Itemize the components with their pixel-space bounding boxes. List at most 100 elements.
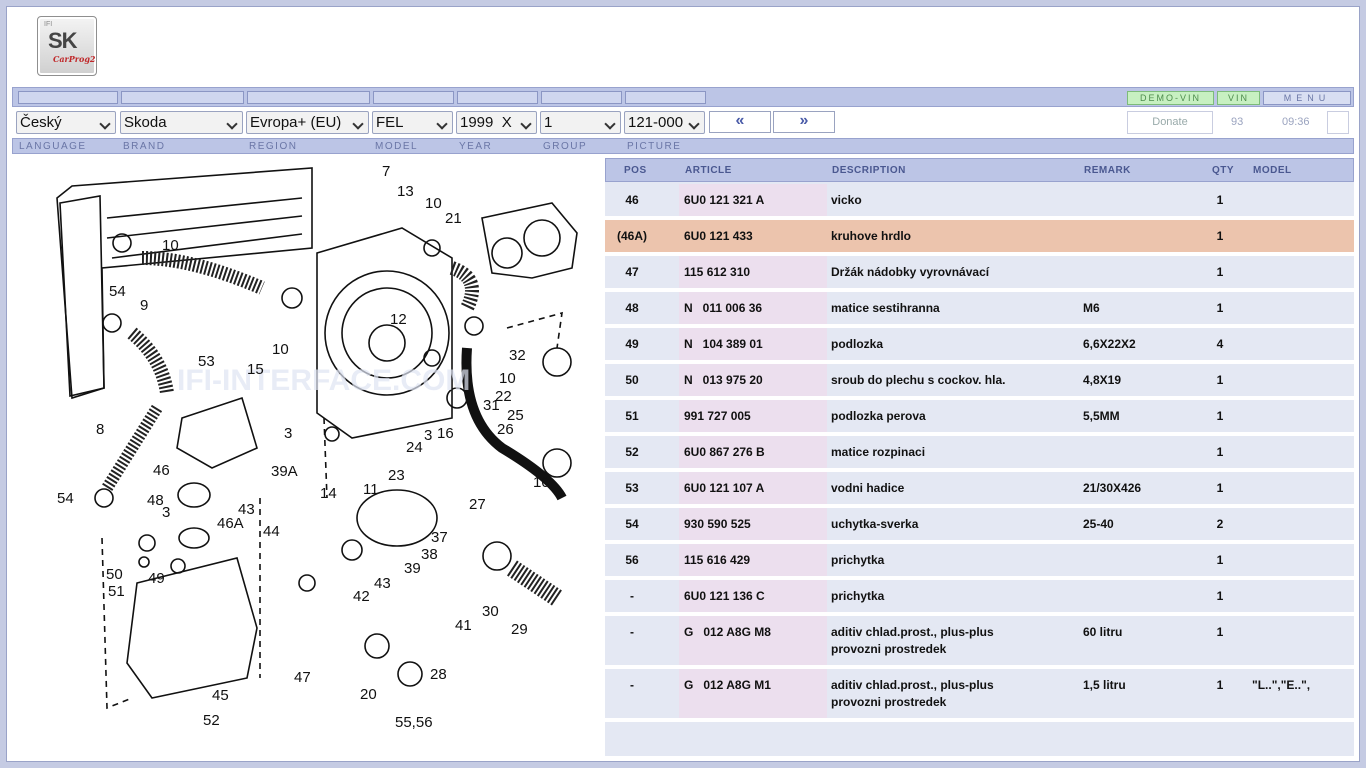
- callout-number[interactable]: 10: [272, 341, 289, 358]
- callout-number[interactable]: 11: [363, 481, 379, 498]
- brand-search-box[interactable]: [121, 91, 244, 104]
- cell-article: 6U0 121 433: [684, 229, 753, 243]
- callout-number[interactable]: 54: [57, 490, 74, 507]
- callout-number[interactable]: 22: [495, 388, 512, 405]
- cell-description: vicko: [831, 193, 862, 207]
- vin-button[interactable]: VIN: [1217, 91, 1260, 105]
- table-row[interactable]: - 6U0 121 136 C prichytka 1: [605, 580, 1354, 612]
- callout-number[interactable]: 8: [96, 421, 104, 438]
- callout-number[interactable]: 7: [382, 163, 390, 180]
- cell-description: prichytka: [831, 589, 885, 603]
- cell-description: vodni hadice: [831, 481, 905, 495]
- cell-qty: 4: [1216, 337, 1224, 351]
- callout-number[interactable]: 16: [437, 425, 454, 442]
- callout-number[interactable]: 30: [482, 603, 499, 620]
- callout-number[interactable]: 9: [140, 297, 148, 314]
- language-select[interactable]: Český: [16, 111, 116, 134]
- table-row[interactable]: 49 N 104 389 01 podlozka 6,6X22X2 4: [605, 328, 1354, 360]
- table-row[interactable]: - G 012 A8G M1 aditiv chlad.prost., plus-p…: [605, 669, 1354, 718]
- table-row[interactable]: 53 6U0 121 107 A vodni hadice 21/30X426 1: [605, 472, 1354, 504]
- callout-number[interactable]: 55,56: [395, 714, 433, 731]
- table-row[interactable]: 47 115 612 310 Držák nádobky vyrovnávací 1: [605, 256, 1354, 288]
- callout-number[interactable]: 39: [404, 560, 421, 577]
- parts-diagram[interactable]: IFI-INTERFACE.COM 71310211095410121553 32…: [12, 158, 592, 743]
- callout-number[interactable]: 15: [247, 361, 264, 378]
- callout-number[interactable]: 21: [445, 210, 462, 227]
- logo-carprog-text: CarProg2: [53, 54, 96, 64]
- table-row[interactable]: 51 991 727 005 podlozka perova 5,5MM 1: [605, 400, 1354, 432]
- cell-article: 6U0 121 107 A: [684, 481, 765, 495]
- callout-number[interactable]: 26: [497, 421, 514, 438]
- callout-number[interactable]: 3: [284, 425, 292, 442]
- callout-number[interactable]: 38: [421, 546, 438, 563]
- hose-53: [127, 327, 174, 395]
- callout-number[interactable]: 49: [148, 570, 165, 587]
- previous-picture-button[interactable]: «: [709, 111, 771, 133]
- callout-number[interactable]: 24: [406, 439, 423, 456]
- callout-number[interactable]: 10: [162, 237, 179, 254]
- cell-description: aditiv chlad.prost., plus-plus: [831, 678, 994, 692]
- cell-pos: 51: [625, 409, 639, 423]
- callout-number[interactable]: 23: [388, 467, 405, 484]
- language-search-box[interactable]: [18, 91, 118, 104]
- table-row[interactable]: 56 115 616 429 prichytka 1: [605, 544, 1354, 576]
- callout-number[interactable]: 41: [455, 617, 472, 634]
- group-select[interactable]: 1: [540, 111, 621, 134]
- table-row[interactable]: - G 012 A8G M8 aditiv chlad.prost., plus-p…: [605, 616, 1354, 665]
- demo-vin-button[interactable]: DEMO-VIN: [1127, 91, 1214, 105]
- year-select[interactable]: 1999 X: [456, 111, 537, 134]
- callout-number[interactable]: 32: [509, 347, 526, 364]
- callout-number[interactable]: 20: [360, 686, 377, 703]
- callout-number[interactable]: 3: [424, 427, 432, 444]
- table-row[interactable]: 50 N 013 975 20 sroub do plechu s cockov. …: [605, 364, 1354, 396]
- donate-button[interactable]: Donate: [1127, 111, 1213, 134]
- table-row[interactable]: 48 N 011 006 36 matice sestihranna M6 1: [605, 292, 1354, 324]
- callout-number[interactable]: 10: [533, 474, 550, 491]
- callout-number[interactable]: 52: [203, 712, 220, 729]
- cell-remark: 25-40: [1083, 517, 1114, 531]
- callout-number[interactable]: 46: [153, 462, 170, 479]
- callout-number[interactable]: 27: [469, 496, 486, 513]
- callout-number[interactable]: 29: [511, 621, 528, 638]
- callout-number[interactable]: 46A: [217, 515, 244, 532]
- next-picture-button[interactable]: »: [773, 111, 835, 133]
- picture-select[interactable]: 121-000: [624, 111, 705, 134]
- model-search-box[interactable]: [373, 91, 454, 104]
- callout-number[interactable]: 42: [353, 588, 370, 605]
- group-search-box[interactable]: [541, 91, 622, 104]
- table-row[interactable]: 54 930 590 525 uchytka-sverka 25-40 2: [605, 508, 1354, 540]
- callout-number[interactable]: 53: [198, 353, 215, 370]
- cell-description-line2: provozni prostredek: [831, 642, 947, 656]
- table-row[interactable]: 52 6U0 867 276 B matice rozpinaci 1: [605, 436, 1354, 468]
- water-pump: [481, 202, 578, 279]
- callout-number[interactable]: 47: [294, 669, 311, 686]
- picture-search-box[interactable]: [625, 91, 706, 104]
- callout-number[interactable]: 37: [431, 529, 448, 546]
- model-select[interactable]: FEL: [372, 111, 453, 134]
- callout-number[interactable]: 3: [162, 504, 170, 521]
- callout-number[interactable]: 10: [499, 370, 516, 387]
- callout-number[interactable]: 12: [390, 311, 407, 328]
- menu-button[interactable]: MENU: [1263, 91, 1351, 105]
- callout-number[interactable]: 51: [108, 583, 125, 600]
- extra-toggle-box[interactable]: [1327, 111, 1349, 134]
- callout-number[interactable]: 10: [425, 195, 442, 212]
- callout-number[interactable]: 28: [430, 666, 447, 683]
- callout-number[interactable]: 39A: [271, 463, 298, 480]
- callout-number[interactable]: 50: [106, 566, 123, 583]
- callout-number[interactable]: 45: [212, 687, 229, 704]
- brand-select[interactable]: Skoda: [120, 111, 243, 134]
- year-search-box[interactable]: [457, 91, 538, 104]
- region-select[interactable]: Evropa+ (EU): [246, 111, 369, 134]
- cell-description: matice sestihranna: [831, 301, 940, 315]
- callout-number[interactable]: 44: [263, 523, 280, 540]
- parts-table-header: POS ARTICLE DESCRIPTION REMARK QTY MODEL: [605, 158, 1354, 182]
- region-search-box[interactable]: [247, 91, 370, 104]
- cell-qty: 1: [1216, 553, 1224, 567]
- callout-number[interactable]: 54: [109, 283, 126, 300]
- table-row[interactable]: 46 6U0 121 321 A vicko 1: [605, 184, 1354, 216]
- callout-number[interactable]: 14: [320, 485, 337, 502]
- callout-number[interactable]: 43: [374, 575, 391, 592]
- table-row[interactable]: (46A) 6U0 121 433 kruhove hrdlo 1: [605, 220, 1354, 252]
- callout-number[interactable]: 13: [397, 183, 414, 200]
